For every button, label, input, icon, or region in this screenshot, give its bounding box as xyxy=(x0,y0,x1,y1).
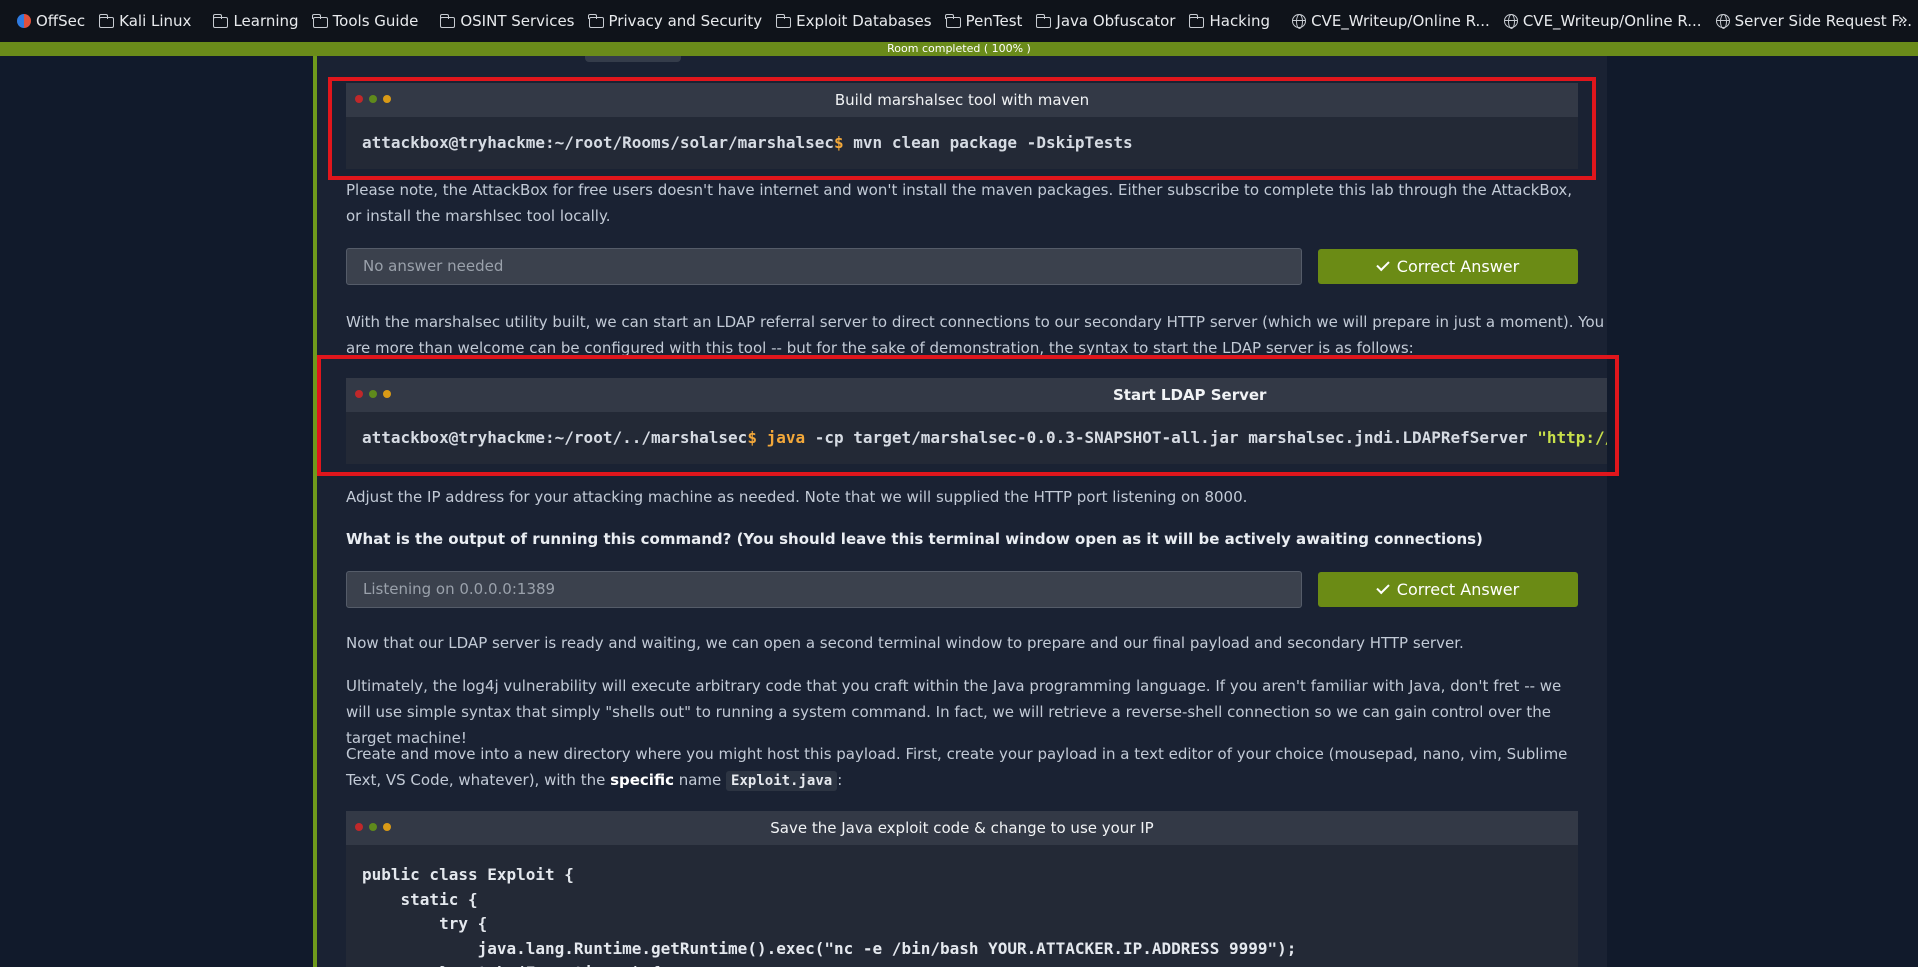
minimize-dot-icon xyxy=(383,823,391,831)
folder-icon xyxy=(945,13,961,28)
inline-code-filename: Exploit.java xyxy=(726,771,838,791)
check-icon xyxy=(1376,257,1390,272)
bookmark-label: Server Side Request F... xyxy=(1734,12,1912,30)
code-line: public class Exploit { xyxy=(362,865,574,884)
tab-stub xyxy=(585,56,681,62)
bookmark-label: OSINT Services xyxy=(460,12,575,30)
folder-icon xyxy=(312,13,328,28)
bookmark-item[interactable]: Hacking xyxy=(1182,6,1277,36)
bookmark-label: Privacy and Security xyxy=(608,12,763,30)
bookmark-label: Learning xyxy=(233,12,299,30)
bookmark-label: Kali Linux xyxy=(119,12,192,30)
answer-input-2[interactable]: Listening on 0.0.0.0:1389 xyxy=(346,571,1302,608)
bookmark-item[interactable]: Tools Guide xyxy=(306,6,426,36)
log4j-paragraph: Ultimately, the log4j vulnerability will… xyxy=(346,677,1562,747)
payload-text-strong: specific xyxy=(610,771,674,789)
bookmarks-bar: OffSec Kali Linux Learning Tools Guide OSINT… xyxy=(0,0,1918,42)
ldap-intro-paragraph: With the marshalsec utility built, we ca… xyxy=(346,309,1611,356)
ldap-intro-text: With the marshalsec utility built, we ca… xyxy=(346,313,1605,356)
highlight-box-ldap xyxy=(317,355,1619,476)
folder-icon xyxy=(98,13,115,28)
folder-icon xyxy=(775,13,792,28)
payload-text-after: : xyxy=(837,771,843,789)
terminal-header: Save the Java exploit code & change to u… xyxy=(346,811,1578,845)
globe-icon xyxy=(1292,14,1307,29)
bookmark-item[interactable]: PenTest xyxy=(939,6,1030,36)
answer-input-1[interactable]: No answer needed xyxy=(346,248,1302,285)
payload-text-before: Create and move into a new directory whe… xyxy=(346,745,1568,789)
bookmark-item[interactable]: Exploit Databases xyxy=(769,6,938,36)
terminal-title: Save the Java exploit code & change to u… xyxy=(770,819,1154,837)
room-progress-bar: Room completed ( 100% ) xyxy=(0,42,1918,56)
folder-icon xyxy=(1188,13,1205,28)
bookmark-label: Java Obfuscator xyxy=(1056,12,1176,30)
offsec-icon xyxy=(17,14,31,28)
code-line: static { xyxy=(362,889,478,909)
bookmark-label: CVE_Writeup/Online R... xyxy=(1311,12,1490,30)
folder-icon xyxy=(439,13,456,28)
bookmark-item[interactable]: Privacy and Security xyxy=(582,6,770,36)
question-text: What is the output of running this comma… xyxy=(346,530,1483,548)
code-block[interactable]: public class Exploit { static { try { ja… xyxy=(346,845,1578,967)
correct-answer-label: Correct Answer xyxy=(1396,257,1520,276)
globe-icon xyxy=(1715,14,1730,29)
check-icon xyxy=(1376,580,1390,595)
close-dot-icon xyxy=(355,823,363,831)
progress-label: Room completed ( 100% ) xyxy=(887,42,1031,55)
bookmark-item[interactable]: CVE_Writeup/Online R... xyxy=(1497,6,1709,36)
correct-answer-label: Correct Answer xyxy=(1396,580,1520,599)
bookmark-item[interactable]: CVE_Writeup/Online R... xyxy=(1285,6,1497,36)
bookmark-item[interactable]: Kali Linux xyxy=(92,6,198,36)
adjust-ip-paragraph: Adjust the IP address for your attacking… xyxy=(346,488,1248,506)
bookmark-label: Exploit Databases xyxy=(796,12,932,30)
payload-text-middle: name xyxy=(673,771,727,789)
bookmark-label: Hacking xyxy=(1209,12,1271,30)
code-line: java.lang.Runtime.getRuntime().exec("nc … xyxy=(362,938,1297,958)
note-paragraph: Please note, the AttackBox for free user… xyxy=(346,181,1573,225)
correct-answer-button-1[interactable]: Correct Answer xyxy=(1318,249,1578,284)
bookmark-item[interactable]: Java Obfuscator xyxy=(1029,6,1182,36)
code-line: try { xyxy=(362,914,488,933)
terminal-java-exploit: Save the Java exploit code & change to u… xyxy=(346,811,1578,967)
bookmark-item[interactable]: Learning xyxy=(206,6,305,36)
folder-icon xyxy=(1035,13,1052,28)
code-line: } catch (Exception e) { xyxy=(362,961,1562,967)
payload-paragraph: Create and move into a new directory whe… xyxy=(346,741,1586,794)
bookmark-item[interactable]: OffSec xyxy=(10,6,92,36)
folder-icon xyxy=(588,13,604,28)
correct-answer-button-2[interactable]: Correct Answer xyxy=(1318,572,1578,607)
bookmark-label: Tools Guide xyxy=(332,12,419,30)
bookmark-item[interactable]: Server Side Request F... xyxy=(1709,6,1918,36)
maximize-dot-icon xyxy=(369,823,377,831)
window-controls xyxy=(355,823,391,831)
globe-icon xyxy=(1503,14,1518,29)
folder-icon xyxy=(212,13,229,28)
ldap-ready-paragraph: Now that our LDAP server is ready and wa… xyxy=(346,634,1464,652)
bookmark-label: OffSec xyxy=(36,12,86,30)
bookmark-label: PenTest xyxy=(965,12,1023,30)
highlight-box-build xyxy=(328,77,1596,180)
bookmarks-overflow-icon[interactable]: » xyxy=(1898,10,1908,30)
bookmark-item[interactable]: OSINT Services xyxy=(433,6,581,36)
bookmark-label: CVE_Writeup/Online R... xyxy=(1522,12,1702,30)
